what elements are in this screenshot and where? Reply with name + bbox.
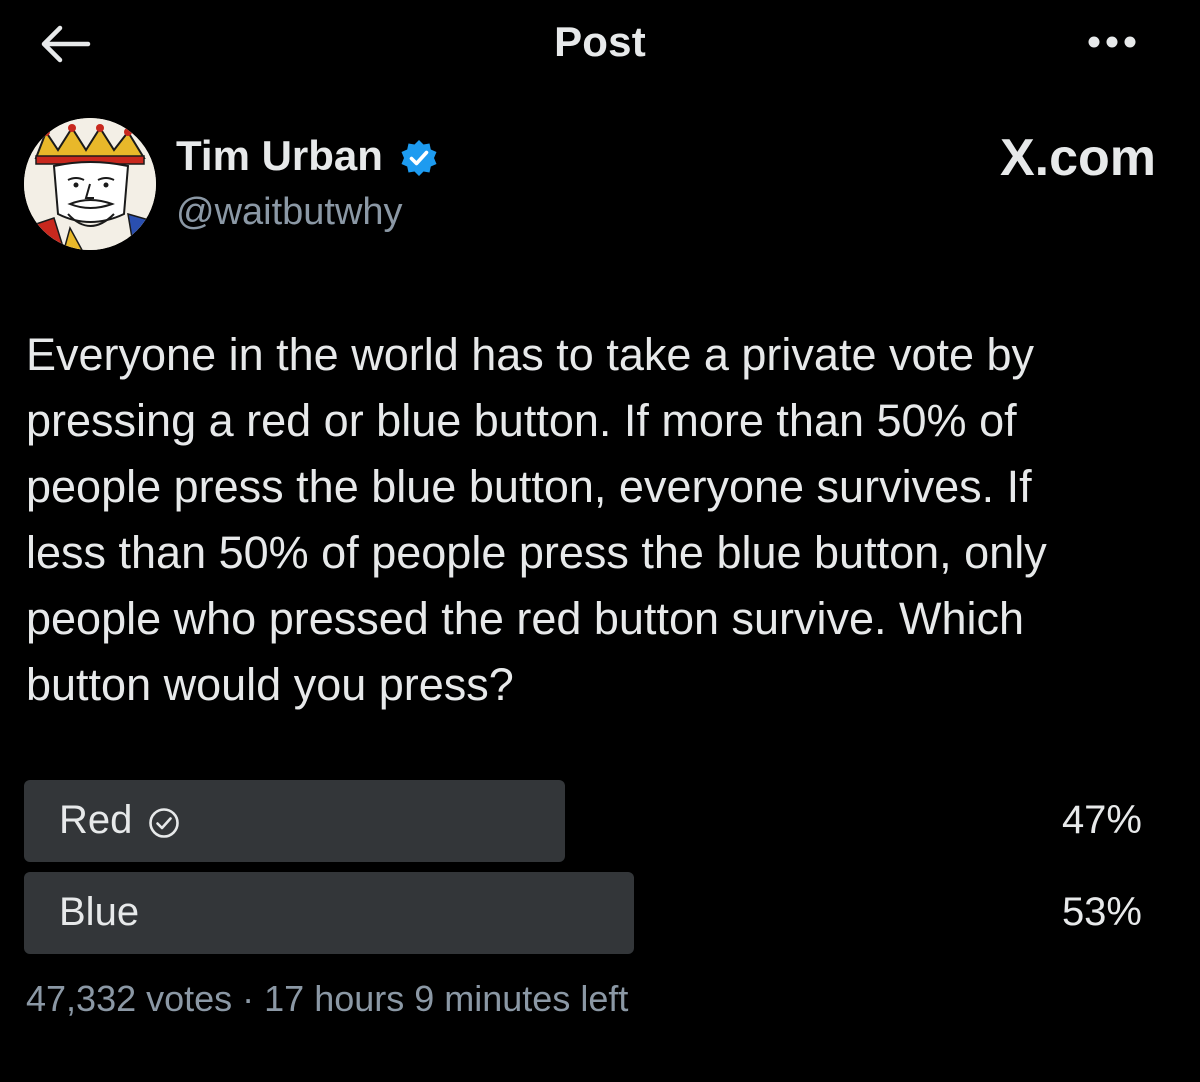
poll-option-blue[interactable]: Blue 53%	[24, 872, 1154, 954]
poll-option-label: Red	[59, 798, 133, 842]
author-handle[interactable]: @waitbutwhy	[176, 191, 403, 234]
watermark: X.com	[999, 129, 1156, 187]
poll-option-percent: 53%	[1061, 890, 1142, 934]
verified-badge-icon	[399, 138, 439, 178]
poll-option-red[interactable]: Red 47%	[24, 780, 1154, 862]
more-options-button[interactable]	[1080, 22, 1144, 62]
poll-option-percent: 47%	[1061, 798, 1142, 842]
ellipsis-icon	[1088, 36, 1136, 48]
post-text: Everyone in the world has to take a priv…	[26, 329, 1047, 710]
poll-meta: 47,332 votes · 17 hours 9 minutes left	[26, 978, 629, 1019]
author-name[interactable]: Tim Urban	[176, 132, 383, 180]
poll-option-label: Blue	[59, 890, 140, 934]
avatar[interactable]	[24, 118, 156, 250]
check-circle-icon	[148, 807, 180, 839]
page-title: Post	[554, 18, 646, 65]
king-card-avatar-icon	[24, 118, 156, 250]
top-bar: Post	[0, 0, 1200, 90]
